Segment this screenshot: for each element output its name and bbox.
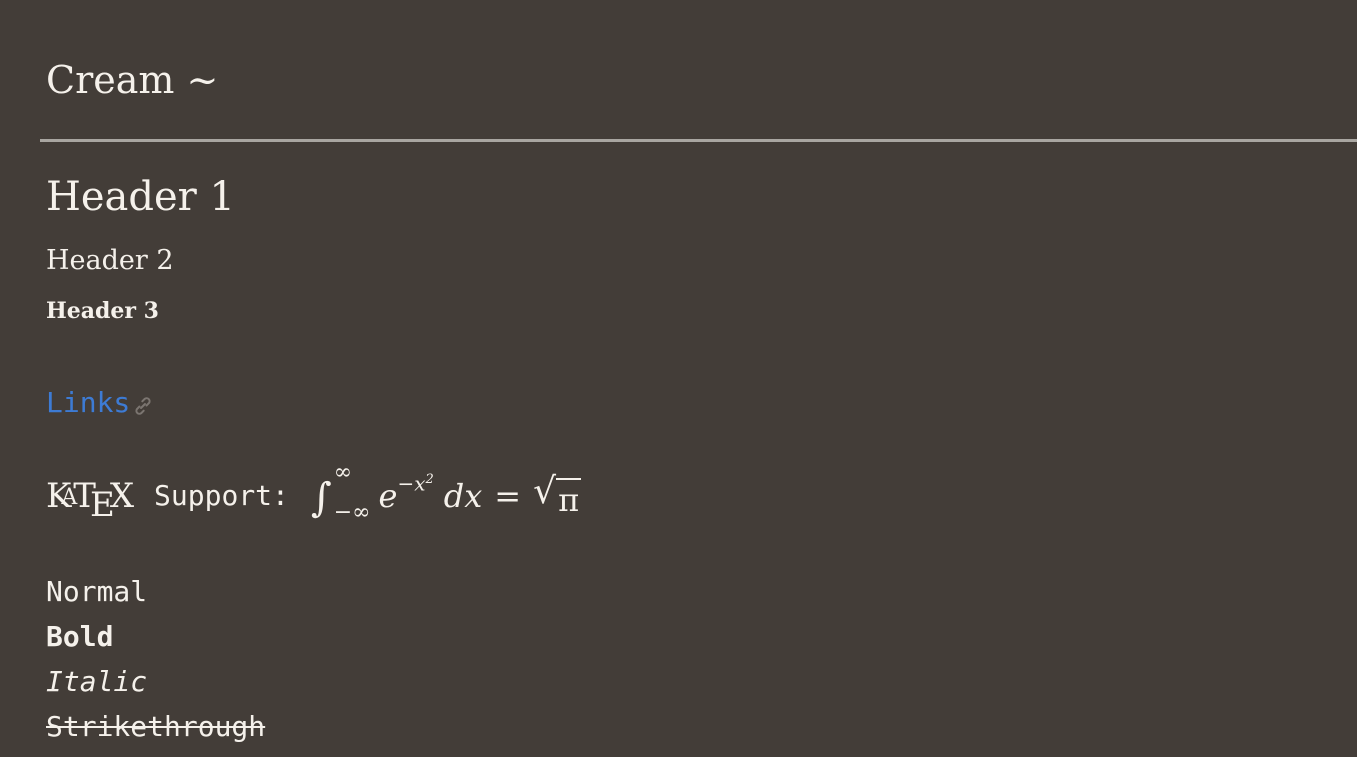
radicand-pi: π (556, 478, 582, 520)
links-link[interactable]: Links (46, 385, 130, 421)
gaussian-integral-formula: ∫ ∞ −∞ e −x2 dx = √ π (310, 462, 582, 524)
equals-sign: = (494, 477, 522, 515)
exponent-term: −x (397, 471, 426, 496)
radical-sign: √ (533, 471, 557, 512)
bold-text: Bold (46, 620, 114, 653)
katex-support-label: Support: (154, 479, 289, 512)
exponent-power: 2 (425, 472, 434, 488)
katex-logo-e: E (89, 485, 115, 525)
differential: dx (443, 477, 483, 515)
exponential-base: e (378, 477, 398, 515)
link-row: Links (46, 385, 154, 421)
strikethrough-text: Strikethrough (46, 710, 266, 743)
header-3: Header 3 (46, 298, 159, 324)
header-1: Header 1 (46, 174, 235, 220)
header-2: Header 2 (46, 245, 174, 276)
integral-limits: ∞ −∞ (334, 462, 371, 524)
theme-title: Cream ~ (46, 58, 219, 102)
katex-logo: K A T E X (46, 476, 134, 525)
katex-logo-a: A (61, 485, 78, 510)
horizontal-rule (40, 139, 1357, 142)
square-root: √ π (533, 471, 582, 520)
normal-text: Normal (46, 575, 148, 608)
link-icon[interactable] (132, 395, 154, 417)
upper-limit: ∞ (333, 460, 353, 485)
katex-support-row: K A T E X Support: ∫ ∞ −∞ e −x2 dx = √ π (46, 462, 582, 526)
text-style-samples: Normal Bold Italic Strikethrough (46, 569, 265, 749)
italic-text: Italic (46, 665, 148, 698)
preview-page: Cream ~ Header 1 Header 2 Header 3 Links… (0, 0, 1357, 757)
exponent: −x2 (397, 460, 433, 504)
integral-sign: ∫ (310, 475, 332, 521)
lower-limit: −∞ (333, 500, 371, 525)
